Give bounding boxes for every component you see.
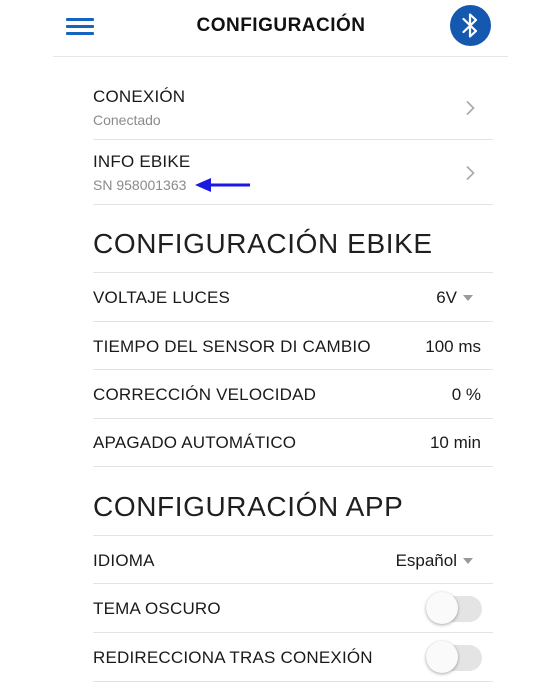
chevron-right-icon bbox=[466, 100, 475, 116]
speed-correction-value: 0 % bbox=[451, 385, 481, 404]
divider bbox=[93, 139, 493, 140]
toggle-knob bbox=[426, 592, 458, 624]
divider bbox=[93, 681, 493, 682]
divider bbox=[93, 466, 493, 467]
dark-theme-toggle[interactable] bbox=[426, 592, 482, 624]
divider bbox=[93, 204, 493, 205]
header-divider bbox=[53, 56, 508, 57]
redirect-after-connect-toggle[interactable] bbox=[426, 641, 482, 673]
auto-shutdown-row[interactable]: APAGADO AUTOMÁTICO 10 min bbox=[93, 419, 493, 467]
shift-sensor-time-value: 100 ms bbox=[425, 337, 481, 356]
ebike-info-title: INFO EBIKE bbox=[93, 152, 191, 171]
bluetooth-icon bbox=[462, 13, 478, 38]
language-label: IDIOMA bbox=[93, 551, 155, 570]
shift-sensor-time-label: TIEMPO DEL SENSOR DI CAMBIO bbox=[93, 337, 371, 356]
lights-voltage-row[interactable]: VOLTAJE LUCES 6V bbox=[93, 273, 493, 321]
ebike-config-section-title: CONFIGURACIÓN EBIKE bbox=[93, 228, 433, 259]
annotation-arrow-icon bbox=[195, 178, 250, 192]
redirect-after-connect-row: REDIRECCIONA TRAS CONEXIÓN bbox=[93, 633, 493, 681]
app-config-section-title: CONFIGURACIÓN APP bbox=[93, 491, 404, 522]
lights-voltage-label: VOLTAJE LUCES bbox=[93, 288, 231, 307]
lights-voltage-value: 6V bbox=[436, 288, 457, 307]
chevron-right-icon bbox=[466, 165, 475, 181]
bluetooth-button[interactable] bbox=[450, 5, 491, 46]
connection-status: Conectado bbox=[93, 112, 161, 128]
language-row[interactable]: IDIOMA Español bbox=[93, 536, 493, 584]
ebike-info-row[interactable]: INFO EBIKE SN 958001363 bbox=[93, 149, 493, 201]
shift-sensor-time-row[interactable]: TIEMPO DEL SENSOR DI CAMBIO 100 ms bbox=[93, 322, 493, 370]
connection-title: CONEXIÓN bbox=[93, 87, 186, 106]
speed-correction-row[interactable]: CORRECCIÓN VELOCIDAD 0 % bbox=[93, 370, 493, 418]
dropdown-caret-icon bbox=[463, 558, 473, 564]
dropdown-caret-icon bbox=[463, 295, 473, 301]
app-header: CONFIGURACIÓN bbox=[0, 0, 560, 56]
connection-row[interactable]: CONEXIÓN Conectado bbox=[93, 84, 493, 136]
auto-shutdown-value: 10 min bbox=[429, 433, 481, 452]
language-value: Español bbox=[395, 551, 457, 570]
ebike-serial-number: SN 958001363 bbox=[93, 177, 187, 193]
speed-correction-label: CORRECCIÓN VELOCIDAD bbox=[93, 385, 317, 404]
dark-theme-label: TEMA OSCURO bbox=[93, 599, 221, 618]
toggle-knob bbox=[426, 641, 458, 673]
dark-theme-row: TEMA OSCURO bbox=[93, 584, 493, 632]
redirect-after-connect-label: REDIRECCIONA TRAS CONEXIÓN bbox=[93, 648, 373, 667]
auto-shutdown-label: APAGADO AUTOMÁTICO bbox=[93, 433, 297, 452]
